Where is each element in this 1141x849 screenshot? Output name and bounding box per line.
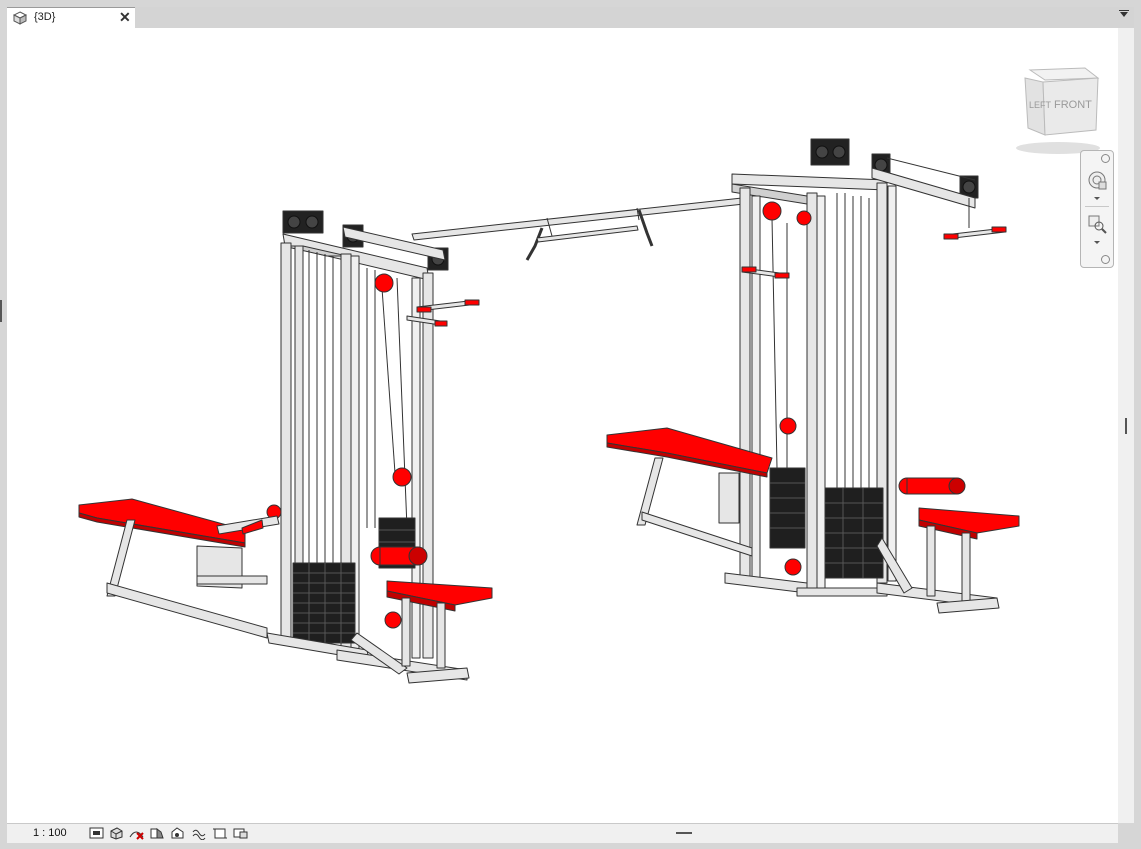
- view-tab-3d[interactable]: {3D} ✕: [7, 7, 135, 28]
- detail-level-icon[interactable]: [89, 826, 104, 840]
- chevron-down-icon[interactable]: [1094, 241, 1100, 244]
- crop-view-icon[interactable]: [191, 826, 206, 841]
- viewcube-left-face[interactable]: LEFT: [1029, 100, 1052, 110]
- nav-divider: [1085, 206, 1109, 207]
- chevron-down-icon[interactable]: [1094, 197, 1100, 200]
- zoom-region-icon[interactable]: [1086, 213, 1108, 235]
- scroll-grip[interactable]: [1125, 418, 1127, 434]
- 3d-view-icon: [12, 11, 28, 25]
- visual-style-icon[interactable]: [109, 826, 124, 840]
- view-tab-bar: {3D} ✕: [7, 7, 1134, 28]
- splitter-grip[interactable]: [0, 300, 2, 322]
- viewcube[interactable]: LEFT FRONT: [1010, 60, 1110, 160]
- temporary-hide-isolate-icon[interactable]: [233, 826, 248, 840]
- revit-view-window: {3D} ✕ LEFT FRONT 1: 100: [0, 0, 1141, 849]
- 3d-viewport[interactable]: LEFT FRONT: [7, 28, 1118, 823]
- nav-options-icon[interactable]: [1101, 255, 1110, 264]
- close-icon[interactable]: [1101, 154, 1110, 163]
- full-navigation-wheel-icon[interactable]: [1086, 169, 1108, 191]
- shadows-off-icon[interactable]: [149, 826, 164, 840]
- view-scale[interactable]: 1 : 100: [33, 827, 67, 839]
- gym-station-model: [78, 138, 1020, 684]
- scroll-grip[interactable]: [676, 832, 692, 834]
- chevron-down-icon[interactable]: [1120, 12, 1128, 17]
- tab-label: {3D}: [34, 11, 56, 23]
- viewcube-front-face[interactable]: FRONT: [1054, 99, 1092, 111]
- sun-path-off-icon[interactable]: [129, 826, 144, 840]
- tab-menu-bar: [1119, 10, 1129, 11]
- view-control-bar: 1 : 100: [7, 823, 1118, 843]
- navigation-bar: [1080, 150, 1114, 268]
- close-icon[interactable]: ✕: [119, 9, 131, 26]
- show-rendering-icon[interactable]: [170, 826, 185, 840]
- hide-crop-region-icon[interactable]: [212, 826, 227, 840]
- vertical-scrollbar[interactable]: [1118, 28, 1134, 823]
